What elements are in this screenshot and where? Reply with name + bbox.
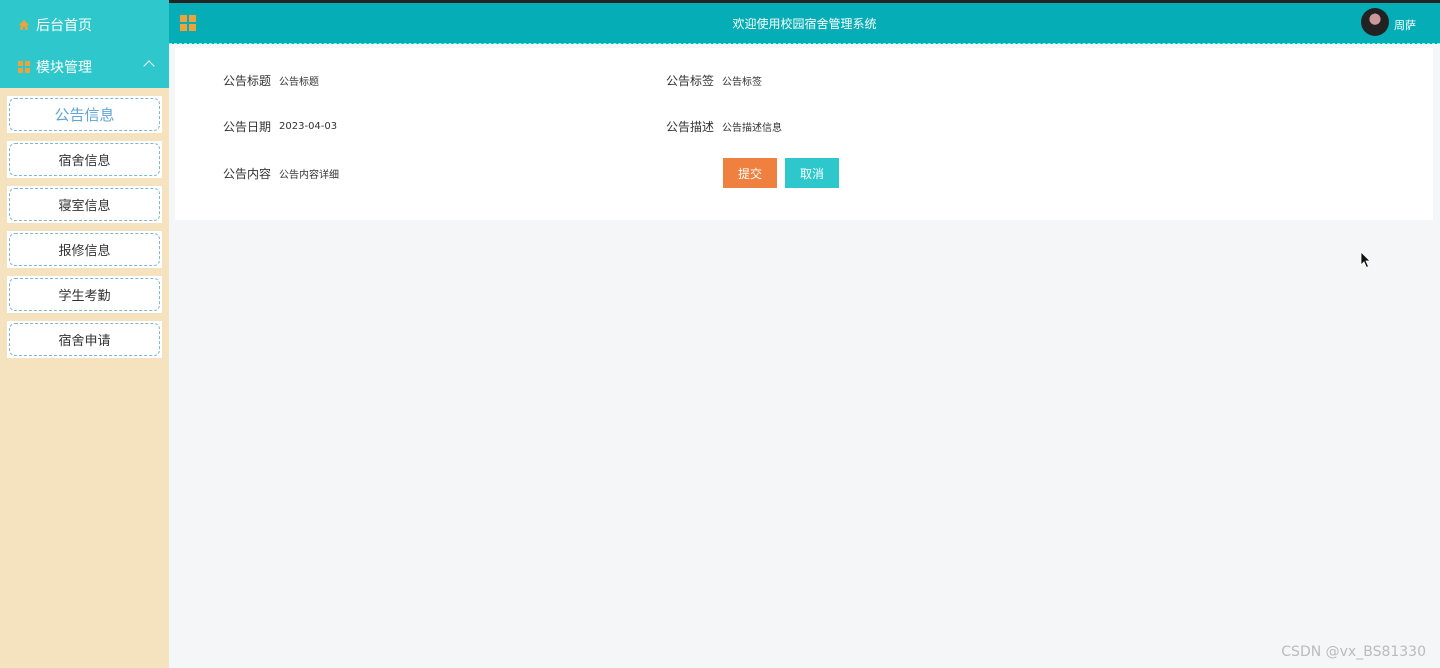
desc-field[interactable]: 公告描述 公告描述信息: [666, 118, 782, 135]
avatar[interactable]: [1361, 8, 1389, 36]
sidebar: 后台首页 模块管理 公告信息 宿舍信息 寝室信息 报修信息 学生考勤 宿舍申请: [0, 0, 169, 668]
desc-value[interactable]: 公告描述信息: [722, 119, 782, 134]
sidebar-item-label: 学生考勤: [9, 278, 160, 311]
sidebar-item-modules[interactable]: 模块管理: [0, 46, 169, 88]
sidebar-item-rooms[interactable]: 寝室信息: [7, 186, 162, 223]
tag-field[interactable]: 公告标签 公告标签: [666, 72, 762, 89]
sidebar-item-label: 宿舍申请: [9, 323, 160, 356]
title-value[interactable]: 公告标题: [279, 73, 319, 88]
sidebar-submenu: 公告信息 宿舍信息 寝室信息 报修信息 学生考勤 宿舍申请: [0, 88, 169, 358]
submit-button[interactable]: 提交: [723, 158, 777, 188]
sidebar-item-label: 公告信息: [9, 98, 160, 131]
content-value[interactable]: 公告内容详细: [279, 166, 339, 181]
mouse-cursor-icon: [1360, 251, 1371, 269]
title-label: 公告标题: [223, 74, 272, 88]
sidebar-item-modules-label: 模块管理: [36, 60, 92, 76]
title-field[interactable]: 公告标题 公告标题: [223, 72, 319, 89]
home-icon: [19, 20, 29, 30]
sidebar-item-label: 报修信息: [9, 233, 160, 266]
sidebar-item-attendance[interactable]: 学生考勤: [7, 276, 162, 313]
chevron-up-icon: [143, 60, 155, 72]
sidebar-item-dormitory[interactable]: 宿舍信息: [7, 141, 162, 178]
username[interactable]: 周萨: [1394, 17, 1416, 33]
date-label: 公告日期: [223, 120, 272, 134]
watermark: CSDN @vx_BS81330: [1281, 644, 1426, 660]
content-field[interactable]: 公告内容 公告内容详细: [223, 165, 339, 182]
sidebar-item-home[interactable]: 后台首页: [0, 0, 169, 46]
tag-label: 公告标签: [666, 74, 715, 88]
sidebar-item-label: 寝室信息: [9, 188, 160, 221]
grid-icon: [18, 61, 30, 73]
cancel-button[interactable]: 取消: [785, 158, 839, 188]
top-header: 欢迎使用校园宿舍管理系统 周萨: [169, 3, 1440, 44]
sidebar-item-label: 宿舍信息: [9, 143, 160, 176]
content-label: 公告内容: [223, 167, 272, 181]
date-field[interactable]: 公告日期 2023-04-03: [223, 118, 337, 135]
sidebar-item-applications[interactable]: 宿舍申请: [7, 321, 162, 358]
sidebar-item-home-label: 后台首页: [36, 18, 92, 34]
header-title: 欢迎使用校园宿舍管理系统: [732, 17, 877, 31]
tag-value[interactable]: 公告标签: [722, 73, 762, 88]
announcement-form: 公告标题 公告标题 公告标签 公告标签 公告日期 2023-04-03 公告描述…: [175, 48, 1433, 220]
sidebar-item-announcements[interactable]: 公告信息: [7, 96, 162, 133]
sidebar-item-repairs[interactable]: 报修信息: [7, 231, 162, 268]
desc-label: 公告描述: [666, 120, 715, 134]
date-value[interactable]: 2023-04-03: [279, 121, 337, 132]
